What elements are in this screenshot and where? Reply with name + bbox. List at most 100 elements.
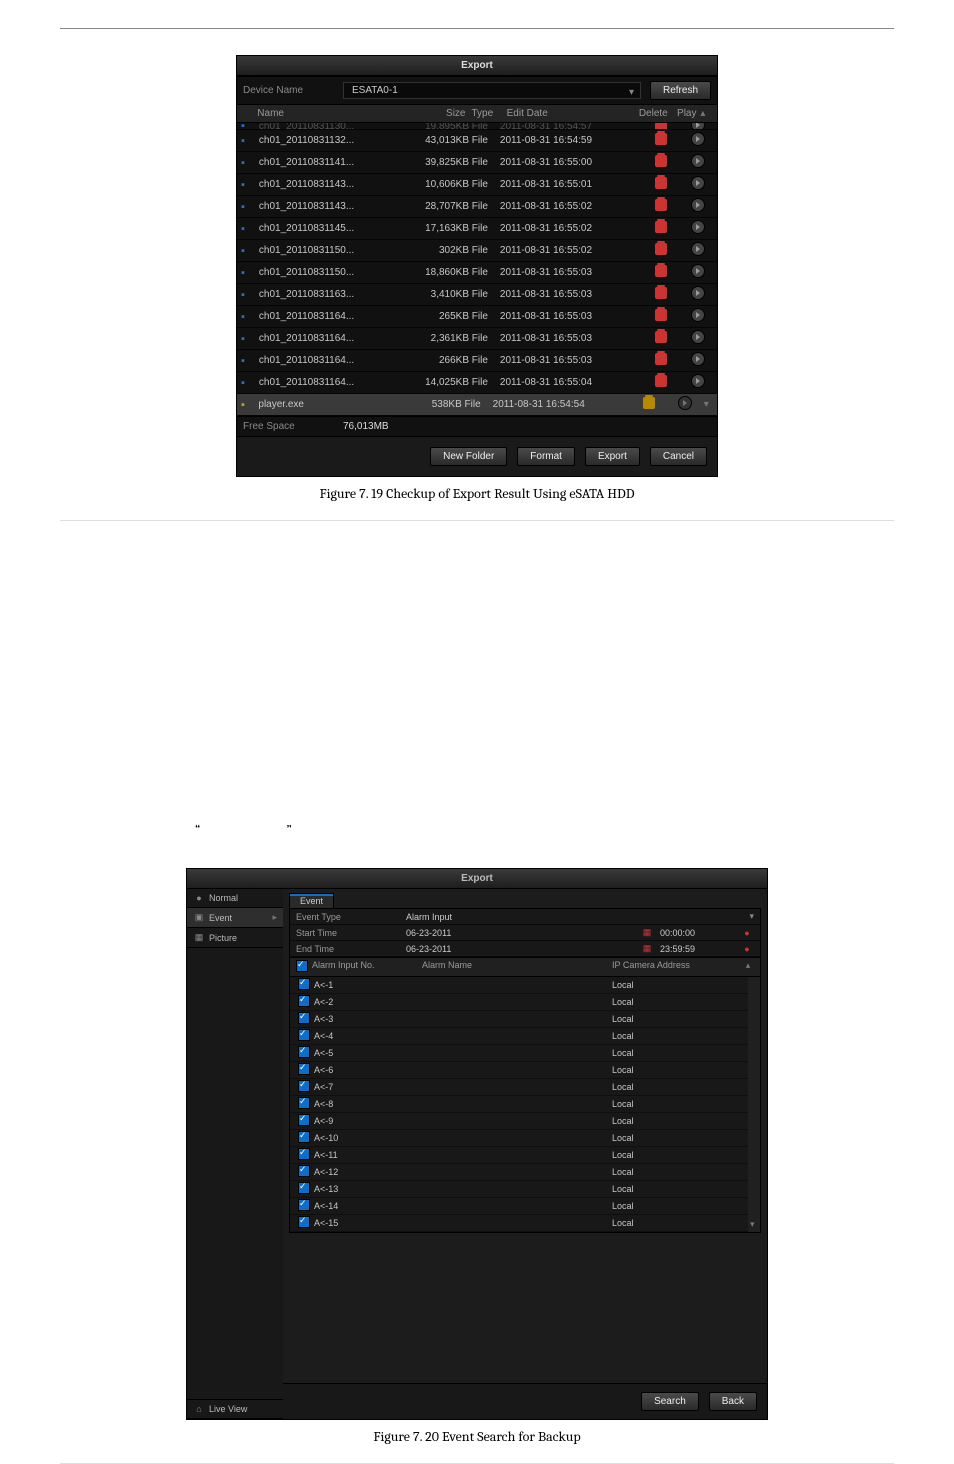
checkbox[interactable] [298, 1046, 310, 1058]
checkbox[interactable] [298, 1216, 310, 1228]
sidebar: ● Normal ▣ Event ▸ ▦ Picture ⌂ Live View [187, 889, 283, 1419]
back-button[interactable]: Back [709, 1392, 757, 1411]
file-row[interactable]: ▪ch01_20110831164...2,361KB File2011-08-… [237, 328, 717, 350]
alarm-row[interactable]: A<-6Local [290, 1062, 748, 1079]
sidebar-item-live-view[interactable]: ⌂ Live View [187, 1399, 283, 1419]
end-time-input[interactable]: 23:59:59 [654, 944, 740, 954]
play-icon[interactable] [691, 123, 705, 130]
play-icon[interactable] [691, 154, 705, 168]
ip-camera-address: Local [612, 980, 742, 990]
delete-icon[interactable] [655, 221, 667, 233]
delete-icon[interactable] [655, 265, 667, 277]
checkbox[interactable] [298, 1063, 310, 1075]
delete-icon[interactable] [655, 199, 667, 211]
play-icon[interactable] [678, 396, 692, 410]
clock-icon[interactable]: ● [740, 928, 754, 938]
delete-icon[interactable] [655, 177, 667, 189]
alarm-row[interactable]: A<-11Local [290, 1147, 748, 1164]
new-folder-button[interactable]: New Folder [430, 447, 507, 466]
start-date-input[interactable]: 06-23-2011 [406, 928, 640, 938]
file-row[interactable]: ▪ch01_20110831163...3,410KB File2011-08-… [237, 284, 717, 306]
alarm-row[interactable]: A<-1Local [290, 977, 748, 994]
alarm-row[interactable]: A<-14Local [290, 1198, 748, 1215]
sidebar-item-event[interactable]: ▣ Event ▸ [187, 908, 283, 928]
alarm-row[interactable]: A<-10Local [290, 1130, 748, 1147]
scrollbar[interactable]: ▾ [748, 977, 760, 1232]
delete-icon[interactable] [655, 375, 667, 387]
play-icon[interactable] [691, 132, 705, 146]
delete-icon[interactable] [655, 243, 667, 255]
play-icon[interactable] [691, 242, 705, 256]
format-button[interactable]: Format [517, 447, 575, 466]
refresh-button[interactable]: Refresh [650, 81, 711, 100]
file-row[interactable]: ▪ch01_20110831150...18,860KB File2011-08… [237, 262, 717, 284]
play-icon[interactable] [691, 264, 705, 278]
cancel-button[interactable]: Cancel [650, 447, 707, 466]
file-row[interactable]: ▪ch01_20110831141...39,825KB File2011-08… [237, 152, 717, 174]
play-icon[interactable] [691, 330, 705, 344]
checkbox[interactable] [298, 1029, 310, 1041]
delete-icon[interactable] [655, 133, 667, 145]
alarm-row[interactable]: A<-7Local [290, 1079, 748, 1096]
delete-icon[interactable] [643, 397, 655, 409]
file-row[interactable]: ▪ch01_20110831164...266KB File2011-08-31… [237, 350, 717, 372]
file-row[interactable]: ▪ch01_20110831143...10,606KB File2011-08… [237, 174, 717, 196]
checkbox[interactable] [298, 995, 310, 1007]
alarm-row[interactable]: A<-4Local [290, 1028, 748, 1045]
sidebar-item-normal[interactable]: ● Normal [187, 889, 283, 908]
alarm-row[interactable]: A<-5Local [290, 1045, 748, 1062]
end-date-input[interactable]: 06-23-2011 [406, 944, 640, 954]
delete-icon[interactable] [655, 309, 667, 321]
checkbox[interactable] [298, 1097, 310, 1109]
clock-icon[interactable]: ● [740, 944, 754, 954]
alarm-row[interactable]: A<-9Local [290, 1113, 748, 1130]
checkbox-all[interactable] [296, 960, 308, 972]
checkbox[interactable] [298, 978, 310, 990]
alarm-row[interactable]: A<-2Local [290, 994, 748, 1011]
checkbox[interactable] [298, 1012, 310, 1024]
event-type-select[interactable]: Alarm Input [406, 912, 749, 922]
play-icon[interactable] [691, 220, 705, 234]
device-name-select[interactable]: ESATA0-1 ▾ [343, 82, 641, 99]
end-time-label: End Time [296, 944, 406, 954]
start-time-input[interactable]: 00:00:00 [654, 928, 740, 938]
play-icon[interactable] [691, 352, 705, 366]
file-row[interactable]: ▪ch01_20110831143...28,707KB File2011-08… [237, 196, 717, 218]
alarm-row[interactable]: A<-13Local [290, 1181, 748, 1198]
checkbox[interactable] [298, 1148, 310, 1160]
play-icon[interactable] [691, 374, 705, 388]
file-row-selected[interactable]: ▪ player.exe 538KB File 2011-08-31 16:54… [237, 394, 717, 416]
play-icon[interactable] [691, 308, 705, 322]
file-row[interactable]: ▪ch01_20110831145...17,163KB File2011-08… [237, 218, 717, 240]
search-button[interactable]: Search [641, 1392, 699, 1411]
file-date: 2011-08-31 16:55:02 [492, 245, 639, 256]
delete-icon[interactable] [655, 353, 667, 365]
file-row[interactable]: ▪ch01_20110831164...265KB File2011-08-31… [237, 306, 717, 328]
play-icon[interactable] [691, 286, 705, 300]
delete-icon[interactable] [655, 331, 667, 343]
delete-icon[interactable] [655, 123, 667, 130]
tab-event[interactable]: Event [289, 893, 334, 908]
file-row[interactable]: ▪ch01_20110831150...302KB File2011-08-31… [237, 240, 717, 262]
alarm-row[interactable]: A<-15Local [290, 1215, 748, 1232]
play-icon[interactable] [691, 198, 705, 212]
alarm-row[interactable]: A<-3Local [290, 1011, 748, 1028]
export-button[interactable]: Export [585, 447, 640, 466]
file-row[interactable]: ▪ch01_20110831132...43,013KB File2011-08… [237, 130, 717, 152]
checkbox[interactable] [298, 1165, 310, 1177]
alarm-row[interactable]: A<-8Local [290, 1096, 748, 1113]
alarm-row[interactable]: A<-12Local [290, 1164, 748, 1181]
checkbox[interactable] [298, 1114, 310, 1126]
delete-icon[interactable] [655, 155, 667, 167]
checkbox[interactable] [298, 1080, 310, 1092]
file-size: 10,606KB File [398, 179, 492, 190]
play-icon[interactable] [691, 176, 705, 190]
checkbox[interactable] [298, 1182, 310, 1194]
delete-icon[interactable] [655, 287, 667, 299]
calendar-icon[interactable]: ▦ [640, 943, 654, 954]
checkbox[interactable] [298, 1199, 310, 1211]
sidebar-item-picture[interactable]: ▦ Picture [187, 928, 283, 948]
calendar-icon[interactable]: ▦ [640, 927, 654, 938]
checkbox[interactable] [298, 1131, 310, 1143]
file-row[interactable]: ▪ch01_20110831164...14,025KB File2011-08… [237, 372, 717, 394]
